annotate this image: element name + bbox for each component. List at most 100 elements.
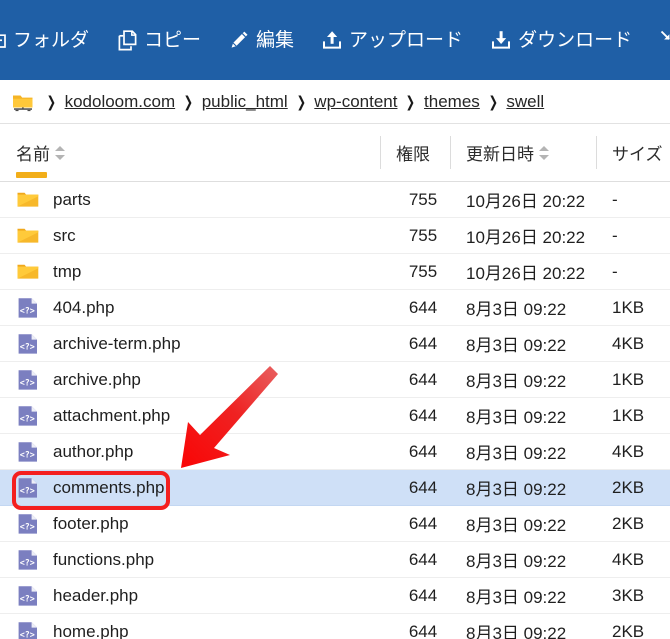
file-name-cell[interactable]: <?> archive.php xyxy=(16,368,141,392)
file-name-label: 404.php xyxy=(53,297,115,317)
table-row[interactable]: <?> comments.php 644 8月3日 09:22 2KB xyxy=(0,470,670,506)
permissions-cell: 755 xyxy=(408,261,438,281)
svg-text:<?>: <?> xyxy=(20,557,35,567)
table-row[interactable]: <?> functions.php 644 8月3日 09:22 4KB xyxy=(0,542,670,578)
toolbar: フォルダ コピー 編集 アップロード ダウンロード圧縮 xyxy=(0,0,670,80)
table-row[interactable]: <?> attachment.php 644 8月3日 09:22 1KB xyxy=(0,398,670,434)
file-name-cell[interactable]: <?> author.php xyxy=(16,440,133,464)
permissions-cell: 644 xyxy=(408,585,438,605)
modified-cell: 8月3日 09:22 xyxy=(466,372,567,391)
header-divider xyxy=(450,136,451,169)
server-folder-icon[interactable] xyxy=(12,92,34,112)
file-name-cell[interactable]: <?> functions.php xyxy=(16,548,154,572)
size-cell: - xyxy=(612,225,618,245)
php-file-icon: <?> xyxy=(16,584,40,608)
table-row[interactable]: <?> archive.php 644 8月3日 09:22 1KB xyxy=(0,362,670,398)
file-name-cell[interactable]: parts xyxy=(16,188,91,212)
column-header-modified[interactable]: 更新日時 xyxy=(466,124,550,181)
permissions-cell: 644 xyxy=(408,441,438,461)
file-name-label: comments.php xyxy=(53,477,165,497)
file-list[interactable]: parts 755 10月26日 20:22 - src 755 10月26日 20:22 -… xyxy=(0,182,670,639)
file-name-label: archive.php xyxy=(53,369,141,389)
sort-arrows-icon[interactable] xyxy=(55,145,66,161)
table-row[interactable]: tmp 755 10月26日 20:22 - xyxy=(0,254,670,290)
breadcrumb-link-4[interactable]: swell xyxy=(506,92,544,111)
table-row[interactable]: <?> archive-term.php 644 8月3日 09:22 4KB xyxy=(0,326,670,362)
column-header-permissions[interactable]: 権限 xyxy=(396,124,430,181)
breadcrumb-link-3[interactable]: themes xyxy=(424,92,480,111)
size-cell: 1KB xyxy=(612,369,645,389)
upload-icon xyxy=(322,29,342,51)
file-name-cell[interactable]: src xyxy=(16,224,76,248)
copy-icon xyxy=(117,29,137,51)
file-name-label: home.php xyxy=(53,621,129,639)
file-name-label: header.php xyxy=(53,585,139,605)
modified-cell: 8月3日 09:22 xyxy=(466,516,567,535)
toolbar-button-label: アップロード xyxy=(349,29,464,51)
file-name-label: attachment.php xyxy=(53,405,171,425)
toolbar-button-2[interactable]: 編集 xyxy=(215,0,308,80)
size-cell: 1KB xyxy=(612,405,645,425)
table-row[interactable]: <?> header.php 644 8月3日 09:22 3KB xyxy=(0,578,670,614)
file-manager-screen: フォルダ コピー 編集 アップロード ダウンロード圧縮 ❯ kodoloom.com ❯ pu… xyxy=(0,0,670,639)
modified-cell: 10月26日 20:22 xyxy=(466,228,586,247)
toolbar-button-3[interactable]: アップロード xyxy=(308,0,477,80)
folder-icon xyxy=(16,224,40,248)
file-name-cell[interactable]: <?> footer.php xyxy=(16,512,129,536)
table-row[interactable]: src 755 10月26日 20:22 - xyxy=(0,218,670,254)
table-row[interactable]: <?> home.php 644 8月3日 09:22 2KB xyxy=(0,614,670,639)
table-row[interactable]: <?> 404.php 644 8月3日 09:22 1KB xyxy=(0,290,670,326)
file-name-cell[interactable]: <?> home.php xyxy=(16,620,129,639)
permissions-cell: 644 xyxy=(408,513,438,533)
column-header-name-label: 名前 xyxy=(16,145,50,164)
toolbar-button-label: コピー xyxy=(144,29,202,51)
table-row[interactable]: <?> author.php 644 8月3日 09:22 4KB xyxy=(0,434,670,470)
svg-text:<?>: <?> xyxy=(20,629,35,639)
file-name-cell[interactable]: <?> archive-term.php xyxy=(16,332,181,356)
edit-pencil-icon xyxy=(229,29,249,51)
modified-cell: 8月3日 09:22 xyxy=(466,624,567,639)
file-name-cell[interactable]: <?> comments.php xyxy=(16,476,165,500)
modified-cell: 10月26日 20:22 xyxy=(466,192,586,211)
column-header-permissions-label: 権限 xyxy=(396,145,430,164)
php-file-icon: <?> xyxy=(16,476,40,500)
file-name-label: footer.php xyxy=(53,513,129,533)
table-row[interactable]: <?> footer.php 644 8月3日 09:22 2KB xyxy=(0,506,670,542)
modified-cell: 8月3日 09:22 xyxy=(466,444,567,463)
compress-icon xyxy=(660,29,670,51)
size-cell: 4KB xyxy=(612,441,645,461)
toolbar-button-5[interactable]: 圧縮 xyxy=(646,0,670,80)
table-row[interactable]: parts 755 10月26日 20:22 - xyxy=(0,182,670,218)
file-name-label: src xyxy=(53,225,76,245)
breadcrumb-link-1[interactable]: public_html xyxy=(202,92,288,111)
file-name-label: parts xyxy=(53,189,91,209)
column-header-modified-label: 更新日時 xyxy=(466,145,534,164)
toolbar-button-4[interactable]: ダウンロード xyxy=(477,0,646,80)
toolbar-button-1[interactable]: コピー xyxy=(103,0,215,80)
size-cell: 2KB xyxy=(612,621,645,639)
file-name-cell[interactable]: tmp xyxy=(16,260,81,284)
permissions-cell: 755 xyxy=(408,189,438,209)
permissions-cell: 755 xyxy=(408,225,438,245)
breadcrumb-link-0[interactable]: kodoloom.com xyxy=(65,92,176,111)
file-name-label: tmp xyxy=(53,261,82,281)
modified-cell: 8月3日 09:22 xyxy=(466,552,567,571)
php-file-icon: <?> xyxy=(16,368,40,392)
column-header-size[interactable]: サイズ xyxy=(612,124,663,181)
toolbar-button-0[interactable]: フォルダ xyxy=(0,0,103,80)
permissions-cell: 644 xyxy=(408,405,438,425)
toolbar-button-label: 編集 xyxy=(256,29,295,51)
permissions-cell: 644 xyxy=(408,297,438,317)
svg-text:<?>: <?> xyxy=(20,449,35,459)
file-name-label: archive-term.php xyxy=(53,333,181,353)
svg-text:<?>: <?> xyxy=(20,413,35,423)
size-cell: 1KB xyxy=(612,297,645,317)
size-cell: 4KB xyxy=(612,549,645,569)
file-name-label: author.php xyxy=(53,441,134,461)
breadcrumb-link-2[interactable]: wp-content xyxy=(314,92,397,111)
sort-arrows-icon[interactable] xyxy=(539,145,550,161)
file-name-cell[interactable]: <?> attachment.php xyxy=(16,404,170,428)
permissions-cell: 644 xyxy=(408,549,438,569)
file-name-cell[interactable]: <?> 404.php xyxy=(16,296,114,320)
file-name-cell[interactable]: <?> header.php xyxy=(16,584,138,608)
